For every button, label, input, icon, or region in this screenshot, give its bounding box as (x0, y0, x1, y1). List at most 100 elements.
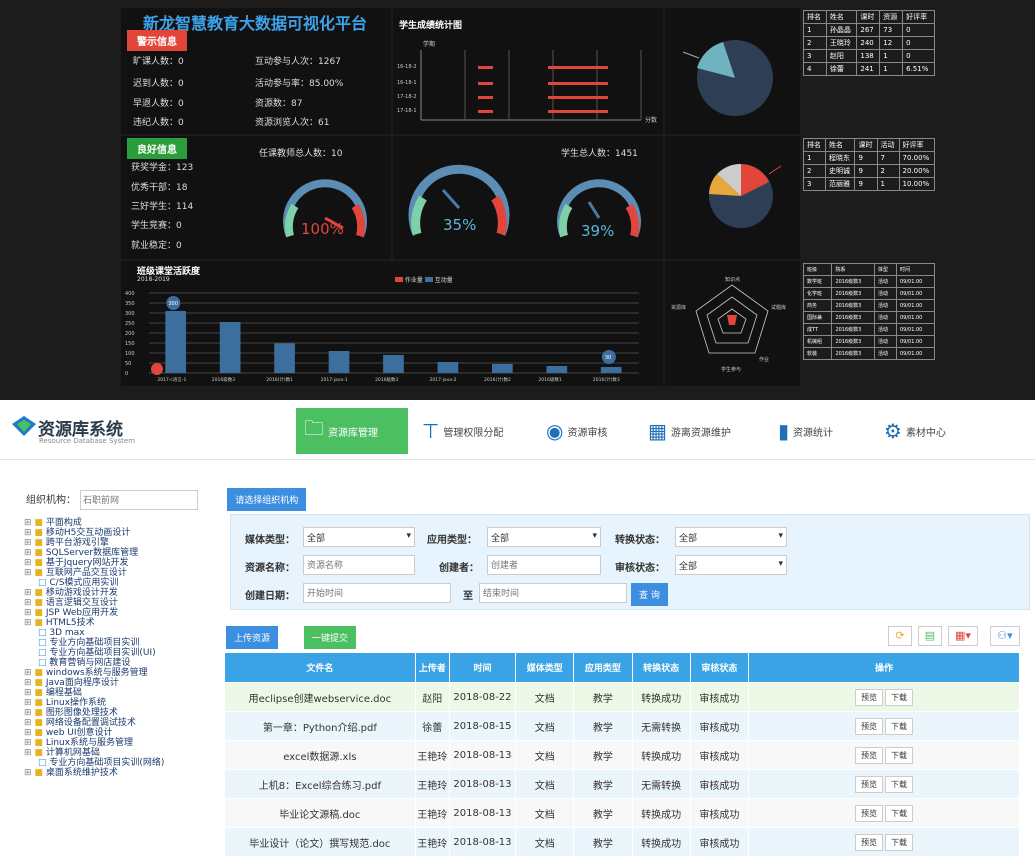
tree-item[interactable]: ⊞ ■ 移动H5交互动画设计 (24, 528, 220, 538)
tree-item[interactable]: ⊞ ■ JSP Web应用开发 (24, 608, 220, 618)
table-cell: 第一章：Python介绍.pdf (224, 711, 416, 741)
user-menu-icon[interactable]: ⚇▾ (990, 626, 1020, 646)
nav-statistics[interactable]: ▮ 资源统计 (770, 408, 841, 454)
table-cell: 活动 (874, 323, 897, 336)
tree-item[interactable]: ⊞ ■ 移动游戏设计开发 (24, 588, 220, 598)
export-icon[interactable]: ▤ (918, 626, 942, 646)
name-label: 资源名称： (245, 563, 295, 574)
tree-item[interactable]: □ 专业方向基础项目实训 (24, 638, 220, 648)
tree-item[interactable]: ⊞ ■ Linux操作系统 (24, 698, 220, 708)
preview-button[interactable]: 预览 (854, 746, 883, 764)
refresh-icon[interactable]: ⟳ (888, 626, 912, 646)
app-label: 应用类型： (427, 535, 477, 546)
tree-item[interactable]: ⊞ ■ 计算机网基础 (24, 748, 220, 758)
table-actions: 预览 下载 (747, 769, 1021, 799)
end-date-input[interactable] (479, 583, 627, 603)
table-cell: 活动 (874, 287, 897, 300)
download-button[interactable]: 下载 (884, 746, 913, 764)
app-select[interactable]: 全部 ▾ (487, 527, 601, 547)
nav-resource-manage[interactable]: 🗀 资源库管理 (296, 408, 408, 454)
tree-item[interactable]: ⊞ ■ 语言逻辑交互设计 (24, 598, 220, 608)
audit-select[interactable]: 全部 ▾ (675, 555, 787, 575)
nav-material[interactable]: ⚙ 素材中心 (876, 408, 954, 454)
tree-item[interactable]: ⊞ ■ 图形图像处理技术 (24, 708, 220, 718)
table-row[interactable]: excel数据源.xls 王艳玲 2018-08-13 文档 教学 转换成功 审核成功 预览下… (224, 740, 1021, 770)
bar (546, 366, 568, 373)
table-cell: 2018-08-13 (448, 798, 517, 828)
gauge-value: 39% (581, 222, 615, 240)
download-button[interactable]: 下载 (884, 804, 913, 822)
download-button[interactable]: 下载 (884, 688, 913, 706)
start-date-input[interactable] (303, 583, 451, 603)
filter-panel: 媒体类型： 全部▾ 应用类型： 全部▾ 转换状态： 全部▾ 资源名称： 创建者：… (230, 514, 1030, 610)
svg-text:学生参与: 学生参与 (721, 366, 741, 373)
search-icon: ◉ (546, 419, 564, 443)
table-row[interactable]: 用eclipse创建webservice.doc 赵阳 2018-08-22 文档 教学… (224, 682, 1021, 712)
nav-permission[interactable]: ⊤ 管理权限分配 (414, 408, 511, 454)
column-header: 操作 (747, 652, 1021, 683)
download-button[interactable]: 下载 (884, 833, 913, 851)
tree-item[interactable]: ⊞ ■ 跨平台游戏引擎 (24, 538, 220, 548)
tree-item[interactable]: □ 教育营销与网店建设 (24, 658, 220, 668)
conv-select[interactable]: 全部 ▾ (675, 527, 787, 547)
tree-item[interactable]: ⊞ ■ 基于Jquery网站开发 (24, 558, 220, 568)
tree-item[interactable]: □ 专业方向基础项目实训(UI) (24, 648, 220, 658)
org-input[interactable] (80, 490, 198, 510)
creator-input[interactable] (487, 555, 601, 575)
table-row: 软装 2016级数3 活动 09/01.00 (802, 347, 935, 360)
tree-item[interactable]: ⊞ ■ SQLServer数据库管理 (24, 548, 220, 558)
columns-icon[interactable]: ▦▾ (948, 626, 978, 646)
table-cell: 国际兼 (802, 311, 833, 324)
table-header-cell: 排名 (803, 10, 827, 24)
tree-item[interactable]: □ C/S模式应用实训 (24, 578, 220, 588)
preview-button[interactable]: 预览 (854, 833, 883, 851)
table-cell: 2016级数3 (831, 347, 875, 360)
score-chart-panel: 学生成绩统计图 学期 16-18-2 16-18-1 17-18-2 17-18… (393, 8, 663, 134)
tree-item[interactable]: ⊞ ■ 平面构成 (24, 518, 220, 528)
table-row[interactable]: 毕业论文源稿.doc 王艳玲 2018-08-13 文档 教学 转换成功 审核成功 预览 下载 (224, 798, 1021, 828)
download-button[interactable]: 下载 (884, 717, 913, 735)
preview-button[interactable]: 预览 (854, 804, 883, 822)
query-button[interactable]: 查 询 (631, 583, 668, 606)
nav-free-resource[interactable]: ▦ 游离资源维护 (640, 408, 739, 454)
table-cell: 70.00% (898, 151, 936, 165)
preview-button[interactable]: 预览 (854, 688, 883, 706)
table-header-cell: 好评率 (902, 10, 935, 24)
download-button[interactable]: 下载 (884, 775, 913, 793)
table-row[interactable]: 毕业设计（论文）撰写规范.doc 王艳玲 2018-08-13 文档 教学 转换成功 审核成… (224, 827, 1021, 857)
highlight-label: 30 (605, 355, 611, 361)
tree-item[interactable]: ⊞ ■ 编程基础 (24, 688, 220, 698)
y-tick-label: 250 (125, 321, 135, 327)
tree-item[interactable]: ⊞ ■ HTML5技术 (24, 618, 220, 628)
submit-all-button[interactable]: 一键提交 (304, 626, 357, 649)
table-cell: 赵阳 (414, 682, 450, 712)
tree-item[interactable]: ⊞ ■ 互联网产品交互设计 (24, 568, 220, 578)
table-cell: 文档 (515, 682, 575, 712)
name-input[interactable] (303, 555, 415, 575)
table-row[interactable]: 第一章：Python介绍.pdf 徐蕾 2018-08-15 文档 教学 无需转换 审核成功… (224, 711, 1021, 741)
table-cell: 转换成功 (631, 682, 691, 712)
tree-item[interactable]: □ 专业方向基础项目实训(网络) (24, 758, 220, 768)
tree-item[interactable]: ⊞ ■ windows系统与服务管理 (24, 668, 220, 678)
audit-label: 审核状态： (615, 563, 665, 574)
tree-item[interactable]: ⊞ ■ Linux系统与服务管理 (24, 738, 220, 748)
tree-item[interactable]: ⊞ ■ web UI创意设计 (24, 728, 220, 738)
preview-button[interactable]: 预览 (854, 717, 883, 735)
table-cell: 09/01.00 (896, 287, 935, 300)
tree-item[interactable]: ⊞ ■ Java面向程序设计 (24, 678, 220, 688)
select-org-button[interactable]: 请选择组织机构 (227, 488, 307, 511)
media-select[interactable]: 全部 ▾ (303, 527, 415, 547)
table-cell: 09/01.00 (896, 299, 935, 312)
y-tick-label: 50 (125, 361, 131, 367)
table-row[interactable]: 上机8：Excel综合练习.pdf 王艳玲 2018-08-13 文档 教学 无需转换 审核… (224, 769, 1021, 799)
tree-item[interactable]: □ 3D max (24, 628, 220, 638)
tree-item[interactable]: ⊞ ■ 桌面系统维护技术 (24, 768, 220, 778)
nav-audit[interactable]: ◉ 资源审核 (538, 408, 615, 454)
tree-item[interactable]: ⊞ ■ 网络设备配置调试技术 (24, 718, 220, 728)
preview-button[interactable]: 预览 (854, 775, 883, 793)
column-header: 审核状态 (689, 652, 749, 683)
table-cell: 赵阳 (825, 49, 858, 63)
upload-button[interactable]: 上传资源 (226, 626, 279, 649)
table-row: 机械组 2016级数3 活动 09/01.00 (802, 335, 935, 348)
highlight-label: 300 (168, 301, 178, 307)
